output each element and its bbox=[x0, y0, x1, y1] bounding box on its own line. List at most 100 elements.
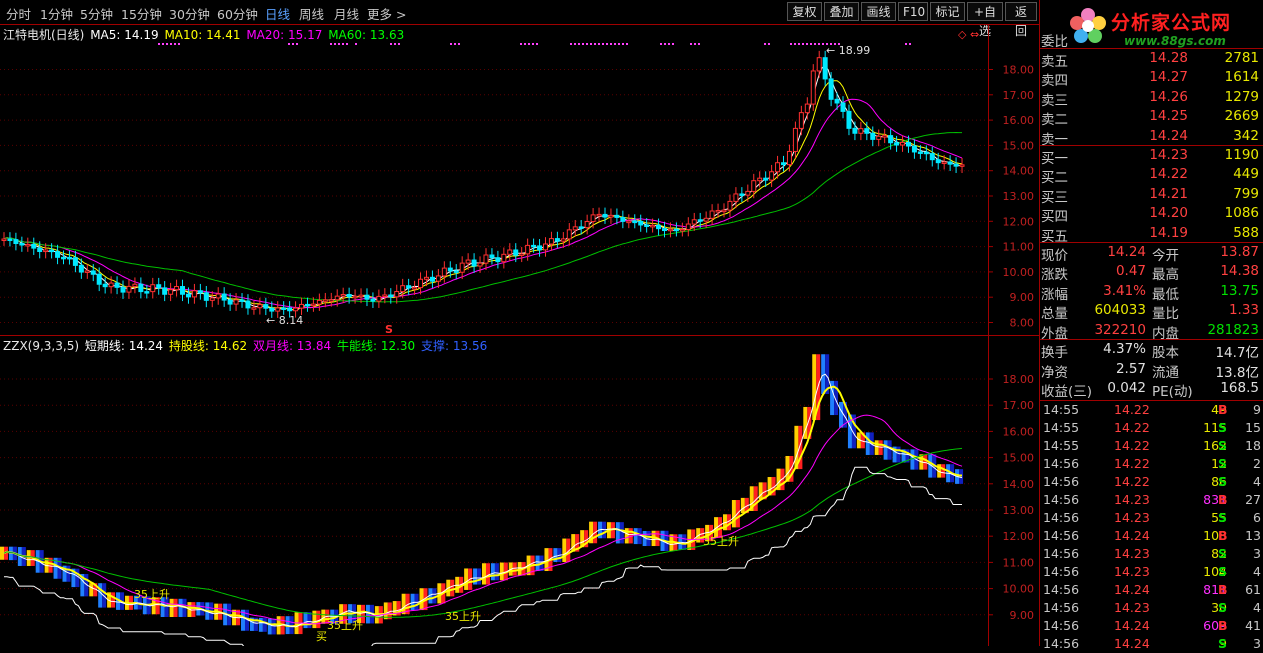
tick-row[interactable]: 14:56 14.22 86 S 4 bbox=[1040, 473, 1263, 491]
candle-body bbox=[43, 249, 49, 253]
fundamental-row: 收益(三) 0.042 PE(动) 168.5 bbox=[1040, 379, 1263, 400]
candle-body bbox=[614, 214, 620, 218]
buy-level-row[interactable]: 买二 14.22 449 bbox=[1040, 165, 1263, 186]
tick-row[interactable]: 14:55 14.22 49 B 9 bbox=[1040, 401, 1263, 419]
indicator-bar bbox=[111, 592, 116, 608]
tick-price: 14.24 bbox=[1114, 528, 1150, 543]
tick-row[interactable]: 14:56 14.23 831 B 27 bbox=[1040, 491, 1263, 509]
tick-row[interactable]: 14:56 14.24 609 B 41 bbox=[1040, 617, 1263, 635]
candle-body bbox=[251, 307, 257, 310]
buy-level-row[interactable]: 买三 14.21 799 bbox=[1040, 185, 1263, 206]
sell-signal-marker: S bbox=[385, 323, 393, 336]
indicator-bar bbox=[26, 550, 31, 566]
candle-body bbox=[144, 291, 150, 294]
tick-row[interactable]: 14:56 14.24 811 B 61 bbox=[1040, 581, 1263, 599]
candle-body bbox=[114, 282, 120, 288]
y-axis-label: 14.00 bbox=[1003, 165, 1035, 178]
candle-body bbox=[525, 244, 531, 255]
y-axis-label: 11.00 bbox=[1003, 556, 1035, 569]
tick-row[interactable]: 14:55 14.22 115 S 15 bbox=[1040, 419, 1263, 437]
tick-count: 13 bbox=[1245, 528, 1261, 543]
candle-body bbox=[846, 110, 852, 129]
candle-body bbox=[281, 307, 287, 310]
indicator-bar bbox=[316, 610, 321, 629]
signal-dot bbox=[614, 43, 616, 45]
short-line-legend: 短期线: 14.24 bbox=[84, 339, 164, 353]
sell-level-row[interactable]: 卖五 14.28 2781 bbox=[1040, 49, 1263, 70]
y-axis-label: 18.00 bbox=[1003, 64, 1035, 77]
indicator-bar bbox=[289, 616, 294, 635]
main-chart-legend: 江特电机(日线) MA5: 14.19 MA10: 14.41 MA20: 15… bbox=[3, 26, 406, 43]
candle-body bbox=[519, 253, 525, 256]
sell-level-row[interactable]: 卖四 14.27 1614 bbox=[1040, 68, 1263, 89]
tick-row[interactable]: 14:56 14.24 108 B 13 bbox=[1040, 527, 1263, 545]
sell-level-volume: 1279 bbox=[1224, 88, 1259, 105]
sell-level-row[interactable]: 卖一 14.24 342 bbox=[1040, 127, 1263, 148]
candle-body bbox=[394, 291, 400, 298]
fundamental-value: 168.5 bbox=[1220, 380, 1259, 396]
tick-side: B bbox=[1218, 618, 1228, 633]
tick-side: S bbox=[1218, 600, 1228, 615]
candle-body bbox=[168, 289, 174, 295]
tick-side: S bbox=[1218, 510, 1228, 525]
tick-count: 4 bbox=[1253, 564, 1261, 579]
indicator-bar bbox=[383, 602, 388, 620]
tick-side: S bbox=[1218, 420, 1228, 435]
buy-level-row[interactable]: 买四 14.20 1086 bbox=[1040, 204, 1263, 225]
candle-body bbox=[828, 78, 834, 100]
candle-body bbox=[31, 243, 37, 249]
indicator-bar bbox=[173, 598, 178, 618]
indicator-annotation: 35上升 bbox=[703, 535, 739, 548]
candle-body bbox=[775, 162, 781, 173]
chart-area[interactable]: 18.00 17.00 16.00 15.00 14.00 13.00 12.00 11.00… bbox=[0, 0, 1040, 646]
tick-row[interactable]: 14:56 14.22 12 S 2 bbox=[1040, 455, 1263, 473]
y-axis-label: 17.00 bbox=[1003, 399, 1035, 412]
low-annotation: ← 8.14 bbox=[266, 314, 303, 327]
candle-body bbox=[13, 239, 19, 245]
signal-dot bbox=[909, 43, 911, 45]
indicator-bar bbox=[896, 446, 901, 463]
signal-dot bbox=[768, 43, 770, 45]
indicator-bar bbox=[839, 401, 844, 428]
tick-count: 3 bbox=[1253, 546, 1261, 561]
fundamental-value: 14.7亿 bbox=[1215, 345, 1259, 361]
tick-row[interactable]: 14:55 14.22 162 S 18 bbox=[1040, 437, 1263, 455]
candle-body bbox=[126, 285, 132, 293]
candle-body bbox=[287, 307, 293, 312]
indicator-name[interactable]: ZZX(9,3,3,5) bbox=[3, 339, 79, 353]
sell-level-row[interactable]: 卖二 14.25 2669 bbox=[1040, 107, 1263, 128]
indicator-line bbox=[4, 466, 962, 646]
tick-time: 14:56 bbox=[1043, 546, 1080, 561]
main-chart-grid bbox=[0, 69, 988, 323]
candle-body bbox=[667, 228, 673, 232]
candle-body bbox=[852, 127, 858, 134]
tick-time: 14:56 bbox=[1043, 618, 1080, 633]
candle-body bbox=[227, 299, 233, 305]
signal-dot bbox=[610, 43, 612, 45]
corner-icons[interactable]: ◇ ⇔ bbox=[958, 28, 979, 41]
candle-body bbox=[584, 221, 590, 229]
buy-level-row[interactable]: 买一 14.23 1190 bbox=[1040, 146, 1263, 167]
tick-row[interactable]: 14:56 14.23 30 S 4 bbox=[1040, 599, 1263, 617]
tick-row[interactable]: 14:56 14.23 104 S 4 bbox=[1040, 563, 1263, 581]
tick-row[interactable]: 14:56 14.24 9 S 3 bbox=[1040, 635, 1263, 653]
candle-body bbox=[406, 285, 412, 289]
candle-body bbox=[459, 262, 465, 273]
sell-level-price: 14.24 bbox=[1149, 127, 1188, 144]
tick-row[interactable]: 14:56 14.23 55 S 6 bbox=[1040, 509, 1263, 527]
candle-body bbox=[685, 223, 691, 230]
signal-dot bbox=[798, 43, 800, 45]
candle-body bbox=[650, 224, 656, 228]
buy-level-row[interactable]: 买五 14.19 588 bbox=[1040, 224, 1263, 245]
candle-body bbox=[578, 226, 584, 229]
candle-body bbox=[388, 294, 394, 298]
buy-level-price: 14.20 bbox=[1149, 205, 1188, 222]
candle-body bbox=[566, 229, 572, 240]
tick-row[interactable]: 14:56 14.23 82 S 3 bbox=[1040, 545, 1263, 563]
signal-dot bbox=[802, 43, 804, 45]
candle-body bbox=[727, 200, 733, 211]
hold-line-legend: 持股线: 14.62 bbox=[168, 339, 248, 353]
ma-line bbox=[3, 98, 963, 309]
sell-level-row[interactable]: 卖三 14.26 1279 bbox=[1040, 88, 1263, 109]
signal-dot bbox=[598, 43, 600, 45]
